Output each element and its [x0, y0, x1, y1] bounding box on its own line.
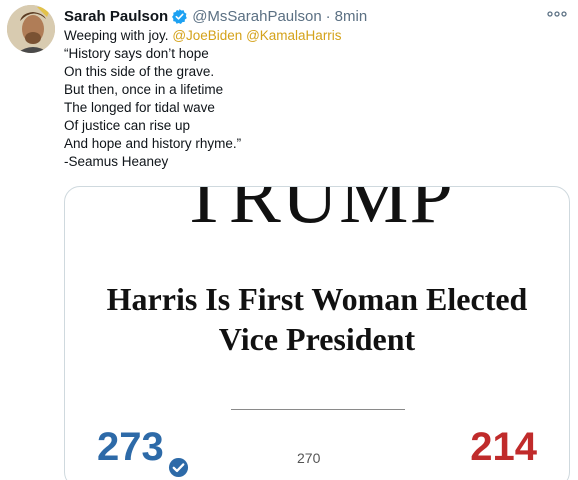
rep-electoral-votes: 214 — [470, 425, 537, 469]
tweet-text-line: -Seamus Heaney — [64, 154, 169, 169]
more-options-icon[interactable] — [546, 7, 568, 21]
tweet-header: Sarah Paulson @MsSarahPaulson · 8min — [64, 6, 367, 26]
newspaper-banner: TRUMP — [180, 186, 454, 239]
tweet-text-line: “History says don’t hope — [64, 46, 209, 61]
headline-line-1: Harris Is First Woman Elected — [106, 281, 528, 317]
tweet-text-line: But then, once in a lifetime — [64, 82, 224, 97]
author-name[interactable]: Sarah Paulson — [64, 8, 168, 25]
tweet-text-line: And hope and history rhyme.” — [64, 136, 242, 151]
verified-badge-icon — [171, 8, 188, 25]
dem-votes-value: 273 — [97, 425, 164, 469]
check-circle-icon — [168, 441, 189, 477]
avatar[interactable] — [7, 5, 55, 53]
tweet: Sarah Paulson @MsSarahPaulson · 8min Wee… — [0, 0, 578, 480]
headline-line-2: Vice President — [218, 321, 416, 357]
mention-joebiden[interactable]: @JoeBiden — [172, 28, 242, 43]
tweet-text-intro: Weeping with joy. — [64, 28, 173, 43]
tweet-text-line: Of justice can rise up — [64, 118, 191, 133]
tweet-text-line: On this side of the grave. — [64, 64, 215, 79]
tweet-media-image[interactable]: TRUMP Harris Is First Woman Elected Vice… — [64, 186, 570, 480]
avatar-image — [7, 5, 55, 53]
tweet-text: Weeping with joy. @JoeBiden @KamalaHarri… — [64, 27, 564, 171]
votes-needed-value: 270 — [297, 450, 321, 466]
tweet-text-line: Weeping with joy. @JoeBiden @KamalaHarri… — [64, 27, 564, 45]
tweet-text-line: The longed for tidal wave — [64, 100, 215, 115]
newspaper-divider — [231, 409, 405, 410]
header-separator: · — [325, 7, 331, 25]
newspaper-headline: Harris Is First Woman Elected Vice Presi… — [65, 279, 569, 359]
author-handle[interactable]: @MsSarahPaulson — [192, 8, 321, 25]
tweet-timestamp[interactable]: 8min — [335, 8, 368, 25]
dem-electoral-votes: 273 — [97, 423, 189, 477]
mention-kamalaharris[interactable]: @KamalaHarris — [246, 28, 341, 43]
